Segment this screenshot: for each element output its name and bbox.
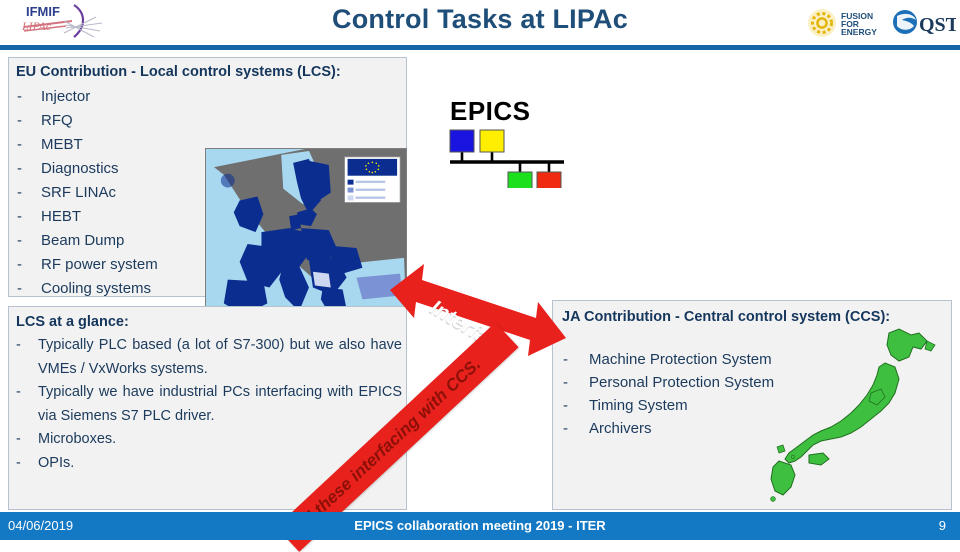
qst-wordmark: QST <box>919 14 956 36</box>
slide-footer: 04/06/2019 EPICS collaboration meeting 2… <box>0 512 960 540</box>
f4e-sun-icon <box>808 9 836 37</box>
map-legend <box>344 156 401 203</box>
epics-node-green <box>507 171 533 188</box>
page-title: Control Tasks at LIPAc <box>332 4 628 34</box>
bullet-dash: - <box>563 397 568 414</box>
bullet-dash: - <box>17 232 22 249</box>
list-item: - Injector <box>17 85 207 109</box>
japan-map-image <box>763 327 943 505</box>
qst-logo-svg: QST <box>893 10 960 36</box>
bullet-dash: - <box>17 160 22 177</box>
list-item-label: Personal Protection System <box>589 374 775 391</box>
list-item: - Diagnostics <box>17 157 207 181</box>
list-item: - RF power system <box>17 253 207 277</box>
f4e-line3: ENERGY <box>841 27 877 37</box>
list-item-label: SRF LINAc <box>41 184 117 201</box>
list-item: - Cooling systems <box>17 277 207 301</box>
bullet-dash: - <box>17 136 22 153</box>
logo-target-arc <box>73 4 85 38</box>
bullet-dash: - <box>17 184 22 201</box>
epics-logo-block: EPICS <box>444 96 574 196</box>
list-item: - SRF LINAc <box>17 181 207 205</box>
header-divider-rule <box>0 45 960 50</box>
list-item: - Beam Dump <box>17 229 207 253</box>
slide-header: IFMIF LIPAc Control Tasks at LIPAc FUSIO… <box>0 0 960 50</box>
japan-southern-islet <box>770 496 776 502</box>
bullet-dash: - <box>17 88 22 105</box>
ja-panel-title: JA Contribution - Central control system… <box>562 309 891 325</box>
bullet-dash: - <box>16 454 21 471</box>
footer-meeting-title: EPICS collaboration meeting 2019 - ITER <box>354 518 606 533</box>
footer-page-number: 9 <box>938 518 946 533</box>
list-item-label: Diagnostics <box>41 160 119 177</box>
qst-logo: QST <box>892 4 960 42</box>
japan-inland-sea-islet <box>790 454 796 460</box>
list-item-label: Timing System <box>589 397 688 414</box>
ja-contribution-panel: JA Contribution - Central control system… <box>552 300 952 510</box>
list-item-label: MEBT <box>41 136 83 153</box>
ifmif-lipac-logo-svg: IFMIF LIPAc <box>21 4 103 38</box>
epics-node-red <box>536 171 562 188</box>
epics-wordmark: EPICS <box>450 96 531 126</box>
list-item: - Typically we have industrial PCs inter… <box>16 381 402 428</box>
eu-panel-title: EU Contribution - Local control systems … <box>16 64 341 80</box>
eu-contribution-list: - Injector - RFQ - MEBT - Diagnostics - SRF L… <box>17 85 207 301</box>
list-item-label: Microboxes. <box>38 431 117 447</box>
list-item-label: RF power system <box>41 256 158 273</box>
epics-node-yellow <box>479 129 505 153</box>
bullet-dash: - <box>17 208 22 225</box>
lcs-at-a-glance-list: - Typically PLC based (a lot of S7-300) … <box>16 334 402 475</box>
fusion-for-energy-logo: FUSION FOR ENERGY <box>806 5 888 41</box>
bullet-dash: - <box>17 112 22 129</box>
list-item: - MEBT <box>17 133 207 157</box>
list-item-label: HEBT <box>41 208 82 225</box>
list-item: - Microboxes. <box>16 428 402 452</box>
japan-hokkaido-cape <box>924 340 936 352</box>
japan-map-svg <box>770 328 936 502</box>
list-item-label: Beam Dump <box>41 232 125 249</box>
eu-contribution-panel: EU Contribution - Local control systems … <box>8 57 407 337</box>
bullet-dash: - <box>16 337 21 353</box>
list-item-label: Typically PLC based (a lot of S7-300) bu… <box>38 337 402 377</box>
fusion-for-energy-logo-svg: FUSION FOR ENERGY <box>808 9 877 37</box>
map-turkey-region <box>356 273 403 300</box>
ifmif-wordmark: IFMIF <box>26 4 60 19</box>
epics-node-blue <box>449 129 475 153</box>
list-item: - HEBT <box>17 205 207 229</box>
bullet-dash: - <box>16 384 21 400</box>
japan-shikoku <box>808 452 830 466</box>
list-item-label: Injector <box>41 88 91 105</box>
list-item-label: Machine Protection System <box>589 351 772 368</box>
bullet-dash: - <box>563 351 568 368</box>
bullet-dash: - <box>17 256 22 273</box>
japan-hokkaido <box>886 328 928 362</box>
bullet-dash: - <box>16 431 21 447</box>
japan-honshu <box>784 362 900 464</box>
lcs-panel-title: LCS at a glance: <box>16 314 129 330</box>
map-country-denmark <box>289 214 302 231</box>
japan-oki-islands <box>776 444 786 454</box>
japan-kyushu <box>770 460 796 496</box>
map-candidate-countries <box>312 271 331 288</box>
map-iceland <box>220 173 235 188</box>
list-item: - RFQ <box>17 109 207 133</box>
list-item: - Typically PLC based (a lot of S7-300) … <box>16 334 402 381</box>
bullet-dash: - <box>17 280 22 297</box>
list-item-label: Archivers <box>589 420 652 437</box>
list-item-label: Typically we have industrial PCs interfa… <box>38 384 402 424</box>
bullet-dash: - <box>563 420 568 437</box>
ifmif-lipac-logo: IFMIF LIPAc <box>8 1 120 45</box>
list-item-label: RFQ <box>41 112 73 129</box>
list-item-label: Cooling systems <box>41 280 152 297</box>
epics-node-diagram <box>449 129 564 188</box>
bullet-dash: - <box>563 374 568 391</box>
qst-globe-icon <box>893 10 917 34</box>
